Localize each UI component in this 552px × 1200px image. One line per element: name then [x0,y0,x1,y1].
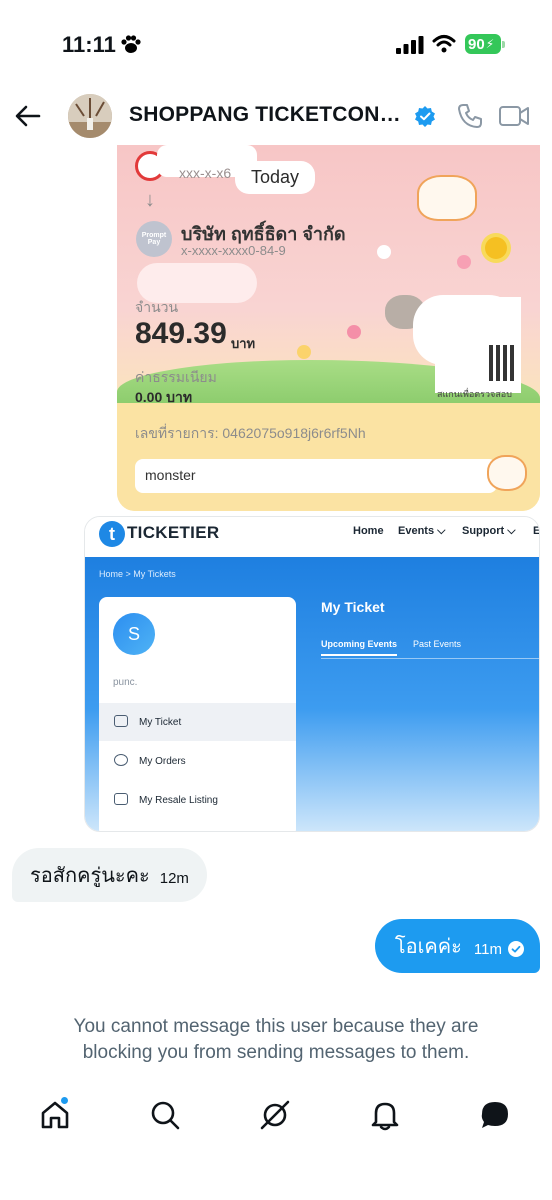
qr-caption: สแกนเพื่อตรวจสอบ [437,389,512,399]
outgoing-message[interactable]: โอเคค่ะ 11m [374,919,540,973]
avatar[interactable] [68,94,112,138]
breadcrumb: Home > My Tickets [99,569,176,579]
memo-text: monster [145,467,196,483]
ticket-screenshot-image[interactable]: t TICKETIER Home Events ⌵ Support ⌵ E Ho… [84,516,540,832]
verified-badge-icon [415,106,435,127]
message-text: โอเคค่ะ [394,936,462,958]
tab-past: Past Events [413,639,462,649]
user-avatar: S [113,613,155,655]
message-time: 12m [159,869,189,887]
status-time: 11:11 [62,32,116,57]
ticket-icon [114,715,128,727]
signal-icon [396,36,424,54]
tab-upcoming: Upcoming Events [321,639,398,656]
ticketier-logo-icon: t [99,521,125,547]
ticketier-navbar: t TICKETIER Home Events ⌵ Support ⌵ E [85,517,540,557]
video-icon[interactable] [498,102,530,130]
amount-value: 849.39 [135,317,227,350]
qr-code [489,345,515,381]
tab-divider [321,658,539,659]
chat-title[interactable]: SHOPPANG TICKETCONCE... [129,103,411,127]
read-check-icon [508,941,524,957]
charging-icon: ⚡ [485,37,495,51]
phone-icon[interactable] [456,102,484,130]
my-ticket-title: My Ticket [321,599,385,615]
status-bar: 11:11 90 ⚡ [0,0,552,90]
menu-label: My Ticket [139,716,182,728]
ticketier-brand: TICKETIER [127,523,220,542]
to-account: x-xxxx-xxxx0-84-9 [181,243,286,258]
flower [297,345,311,359]
amount-label: จำนวน [135,299,179,315]
flower [377,245,391,259]
paw-icon [121,35,141,53]
message-text: รอสักครู่นะคะ [30,865,150,887]
currency-label: บาท [231,336,256,351]
fee-label: ค่าธรรมเนียม [135,369,217,385]
battery-indicator: 90 ⚡ [465,34,505,54]
bottom-nav [0,1090,552,1150]
memo-field: monster [135,459,497,493]
history-icon [114,754,128,766]
slip-ground [117,403,540,511]
messages-icon[interactable] [478,1098,512,1132]
nav-home: Home [353,525,384,537]
menu-label: My Resale Listing [139,794,218,806]
blocked-notice: You cannot message this user because the… [73,1016,479,1063]
menu-label: My Orders [139,755,186,767]
payment-slip-image[interactable]: xxx-x-x6 Today ↓ Prompt Pay บริษัท ฤทธิ์… [117,145,540,511]
flower [457,255,471,269]
date-separator: Today [235,161,316,194]
down-arrow-icon: ↓ [145,189,155,211]
flower [347,325,361,339]
transaction-ref: เลขที่รายการ: 0462075o918j6r6rf5Nh [135,425,366,441]
resale-icon [114,793,128,805]
battery-level: 90 [468,35,485,53]
grok-icon[interactable] [258,1098,292,1132]
cat-illustration [417,175,477,221]
nav-events: Events ⌵ [398,525,446,537]
username: punc. [113,677,138,688]
from-account: xxx-x-x6 [179,165,232,181]
avatar-photo [68,94,112,138]
menu-my-orders: My Orders [99,742,296,780]
message-time: 11m [473,940,502,958]
back-arrow-icon[interactable] [14,102,42,130]
bell-icon[interactable] [368,1098,402,1132]
ticketier-hero: Home > My Tickets S punc. My Ticket My O… [85,557,539,831]
menu-resale: My Resale Listing [99,781,296,819]
wifi-icon [432,35,456,53]
nav-more: E [533,525,540,537]
nav-support: Support ⌵ [462,525,516,537]
incoming-message[interactable]: รอสักครู่นะคะ 12m [12,848,207,902]
notification-dot [60,1096,69,1105]
profile-card: S punc. My Ticket My Orders My Resale Li… [99,597,296,831]
promptpay-logo: Prompt Pay [136,221,172,257]
fee-value: 0.00 บาท [135,389,193,405]
menu-my-ticket: My Ticket [99,703,296,741]
search-icon[interactable] [148,1098,182,1132]
sunflower-illustration [485,237,507,259]
cat-illustration [487,455,527,491]
chat-header: SHOPPANG TICKETCONCE... [0,90,552,142]
